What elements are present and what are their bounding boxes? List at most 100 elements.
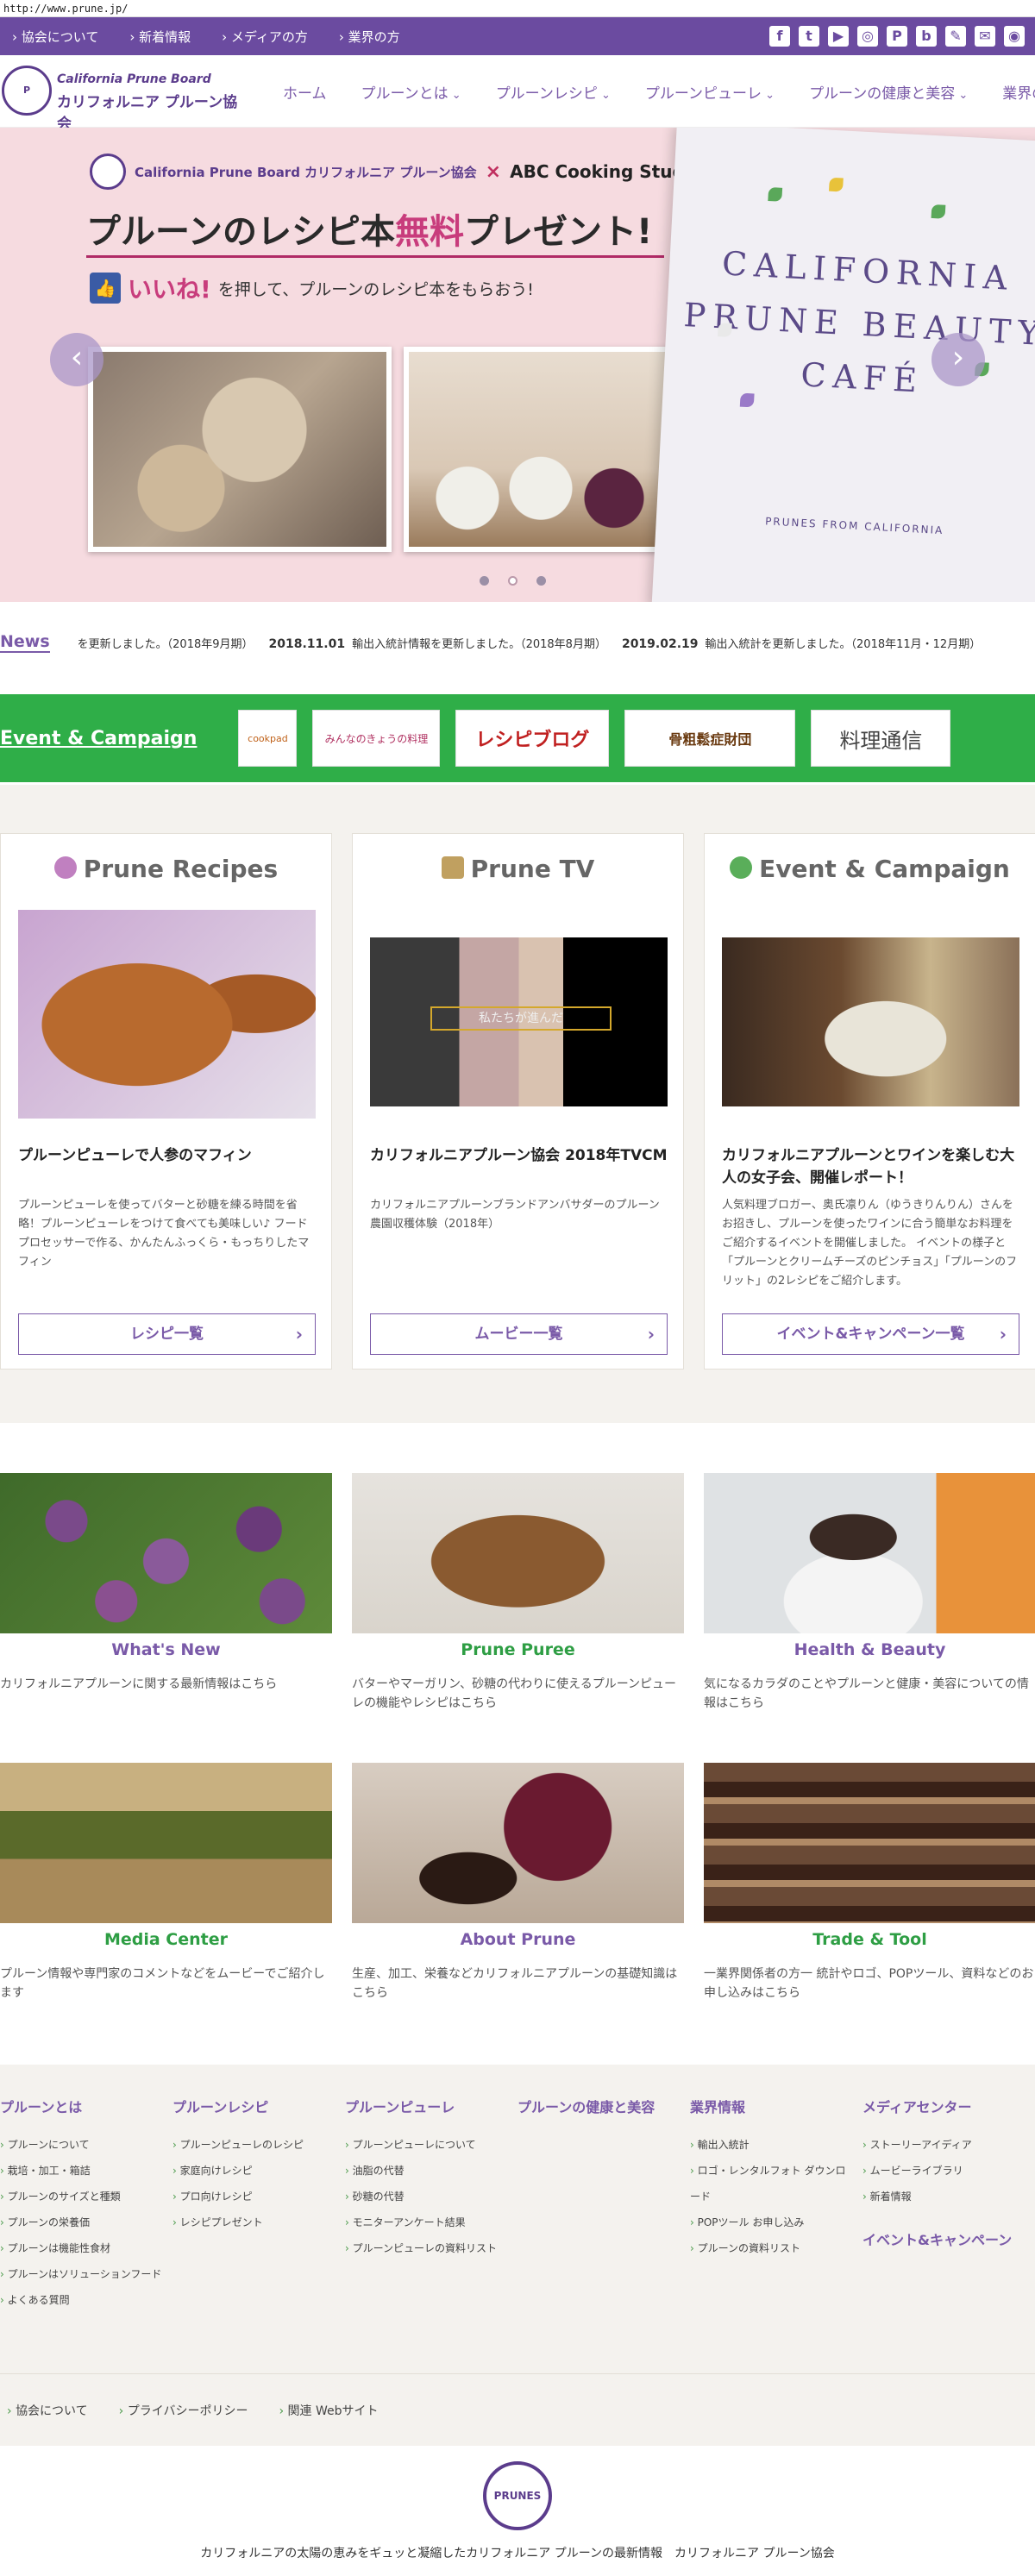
logo-line-1: California Prune Board	[57, 72, 211, 86]
event-icon	[730, 856, 753, 879]
pinterest-icon[interactable]: P	[887, 26, 907, 47]
footer-col-health: プルーンの健康と美容	[518, 2096, 681, 2132]
footer-link[interactable]: プルーンの栄養価	[0, 2209, 164, 2235]
footer-link[interactable]: プルーンはソリューションフード	[0, 2261, 164, 2287]
footer-link[interactable]: プルーンピューレについて	[345, 2132, 509, 2158]
address-bar[interactable]: http://www.prune.jp/	[0, 0, 1035, 17]
news-label[interactable]: News	[0, 632, 50, 653]
carousel-dot-active[interactable]	[508, 576, 518, 586]
thumbs-up-icon: 👍	[90, 273, 121, 304]
footer-heading[interactable]: イベント&キャンペーン	[862, 2228, 1026, 2249]
news-item[interactable]: を更新しました。（2018年9月期）	[71, 635, 254, 651]
nav-recipes[interactable]: プルーンレシピ	[496, 81, 611, 103]
footer-link-privacy[interactable]: プライバシーポリシー	[119, 2402, 248, 2419]
footer-link[interactable]: よくある質問	[0, 2287, 164, 2313]
footer-heading[interactable]: 業界情報	[690, 2096, 854, 2116]
site-logo[interactable]: P California Prune Board カリフォルニア プルーン協会	[2, 66, 243, 133]
footer-link[interactable]: ロゴ・レンタルフォト ダウンロード	[690, 2158, 854, 2209]
hero-title-highlight: 無料	[395, 212, 464, 252]
topbar-link-about[interactable]: 協会について	[12, 28, 99, 46]
rss-icon[interactable]: ◉	[1004, 26, 1025, 47]
card-video-thumbnail[interactable]: 私たちが進んだ	[370, 937, 668, 1106]
instagram-icon[interactable]: ◎	[857, 26, 878, 47]
footer-link[interactable]: ストーリーアイディア	[862, 2132, 1026, 2158]
footer-link[interactable]: プルーンの資料リスト	[690, 2235, 854, 2261]
event-campaign-strip: Event & Campaign cookpad みんなのきょうの料理 レシピブ…	[0, 694, 1035, 782]
footer-heading[interactable]: プルーンピューレ	[345, 2096, 509, 2116]
footer-link[interactable]: POPツール お申し込み	[690, 2209, 854, 2235]
hero-title-post: プレゼント!	[464, 212, 653, 252]
footer-link[interactable]: モニターアンケート結果	[345, 2209, 509, 2235]
youtube-icon[interactable]: ▶	[828, 26, 849, 47]
footer-link[interactable]: プルーンについて	[0, 2132, 164, 2158]
facebook-icon[interactable]: f	[769, 26, 790, 47]
card-prune-tv: Prune TV 私たちが進んだ カリフォルニアプルーン協会 2018年TVCM…	[352, 833, 684, 1369]
footer-link[interactable]: 輸出入統計	[690, 2132, 854, 2158]
leaf-icon	[931, 204, 946, 219]
footer-heading[interactable]: プルーンの健康と美容	[518, 2096, 681, 2116]
recipe-list-button[interactable]: レシピ一覧	[18, 1313, 316, 1355]
pen-icon[interactable]: ✎	[945, 26, 966, 47]
hero-carousel[interactable]: California Prune Board カリフォルニア プルーン協会 × …	[0, 128, 1035, 602]
nav-home[interactable]: ホーム	[283, 81, 327, 103]
topbar-link-news[interactable]: 新着情報	[129, 28, 191, 46]
topbar-link-media[interactable]: メディアの方	[222, 28, 308, 46]
news-text: を更新しました。（2018年9月期）	[77, 637, 254, 651]
banner-cookpad[interactable]: cookpad	[238, 710, 298, 767]
footer-link[interactable]: プルーンは機能性食材	[0, 2235, 164, 2261]
tile-image-prune	[352, 1763, 684, 1923]
news-item[interactable]: 2019.02.19 輸出入統計を更新しました。（2018年11月・12月期）	[622, 635, 981, 651]
footer-link[interactable]: 新着情報	[862, 2184, 1026, 2209]
footer-link[interactable]: 栽培・加工・箱詰	[0, 2158, 164, 2184]
footer-link[interactable]: レシピプレゼント	[172, 2209, 336, 2235]
footer-link[interactable]: プルーンのサイズと種類	[0, 2184, 164, 2209]
banner-ryouri-tsushin[interactable]: 料理通信	[811, 710, 951, 767]
twitter-icon[interactable]: t	[799, 26, 819, 47]
mail-icon[interactable]: ✉	[975, 26, 995, 47]
movie-list-button[interactable]: ムービー一覧	[370, 1313, 668, 1355]
news-item[interactable]: 2018.11.01 輸出入統計情報を更新しました。（2018年8月期）	[269, 635, 606, 651]
banner-osteoporosis-foundation[interactable]: 骨粗鬆症財団	[624, 710, 796, 767]
banner-kyounoryouri[interactable]: みんなのきょうの料理	[312, 710, 441, 767]
footer-heading[interactable]: プルーンレシピ	[172, 2096, 336, 2116]
button-label: ムービー一覧	[474, 1326, 563, 1343]
blog-icon[interactable]: b	[916, 26, 937, 47]
nav-about-prune[interactable]: プルーンとは	[361, 81, 461, 103]
footer-heading[interactable]: メディアセンター	[862, 2096, 1026, 2116]
prunes-logo-icon: P	[2, 66, 52, 116]
footer-heading[interactable]: プルーンとは	[0, 2096, 164, 2116]
hero-subtitle-rest: を押して、プルーンのレシピ本をもらおう!	[217, 279, 534, 299]
carousel-prev-button[interactable]: ‹	[50, 333, 104, 386]
card-image-muffin[interactable]	[18, 910, 316, 1119]
footer-prunes-logo[interactable]: PRUNES	[483, 2461, 552, 2530]
footer-link-related[interactable]: 関連 Webサイト	[279, 2402, 379, 2419]
card-desc: 人気料理ブロガー、奥氏凛りん（ゆうきりんりん）さんをお招きし、プルーンを使ったワ…	[722, 1199, 1018, 1288]
banner-recipe-blog[interactable]: レシピブログ	[455, 710, 610, 767]
nav-industry[interactable]: 業界の方	[1002, 81, 1035, 103]
card-title[interactable]: カリフォルニアプルーンとワインを楽しむ大人の女子会、開催レポート！	[722, 1144, 1019, 1189]
card-image-party[interactable]	[722, 937, 1019, 1106]
news-ticker: News を更新しました。（2018年9月期） 2018.11.01 輸出入統計情…	[0, 616, 1035, 669]
footer-link[interactable]: プルーンピューレの資料リスト	[345, 2235, 509, 2261]
nav-puree[interactable]: プルーンピューレ	[645, 81, 775, 103]
footer-link-about[interactable]: 協会について	[7, 2402, 88, 2419]
carousel-dot[interactable]	[480, 576, 489, 586]
card-title[interactable]: カリフォルニアプルーン協会 2018年TVCM	[370, 1144, 668, 1167]
event-list-button[interactable]: イベント&キャンペーン一覧	[722, 1313, 1019, 1355]
topbar-link-industry[interactable]: 業界の方	[339, 28, 400, 46]
nav-health-beauty[interactable]: プルーンの健康と美容	[809, 81, 968, 103]
carousel-next-button[interactable]: ›	[932, 333, 985, 386]
footer-link[interactable]: ムービーライブラリ	[862, 2158, 1026, 2184]
footer-link[interactable]: 油脂の代替	[345, 2158, 509, 2184]
tile-image-plums	[0, 1473, 332, 1633]
event-campaign-label[interactable]: Event & Campaign	[0, 728, 197, 749]
card-heading: Prune Recipes	[1, 855, 331, 883]
footer-link[interactable]: 砂糖の代替	[345, 2184, 509, 2209]
footer-link[interactable]: プルーンピューレのレシピ	[172, 2132, 336, 2158]
footer-link[interactable]: プロ向けレシピ	[172, 2184, 336, 2209]
video-caption: 私たちが進んだ	[430, 1006, 612, 1031]
card-heading-text: Prune Recipes	[83, 855, 279, 883]
footer-link[interactable]: 家庭向けレシピ	[172, 2158, 336, 2184]
card-title[interactable]: プルーンピューレで人参のマフィン	[18, 1144, 316, 1167]
carousel-dot[interactable]	[536, 576, 546, 586]
